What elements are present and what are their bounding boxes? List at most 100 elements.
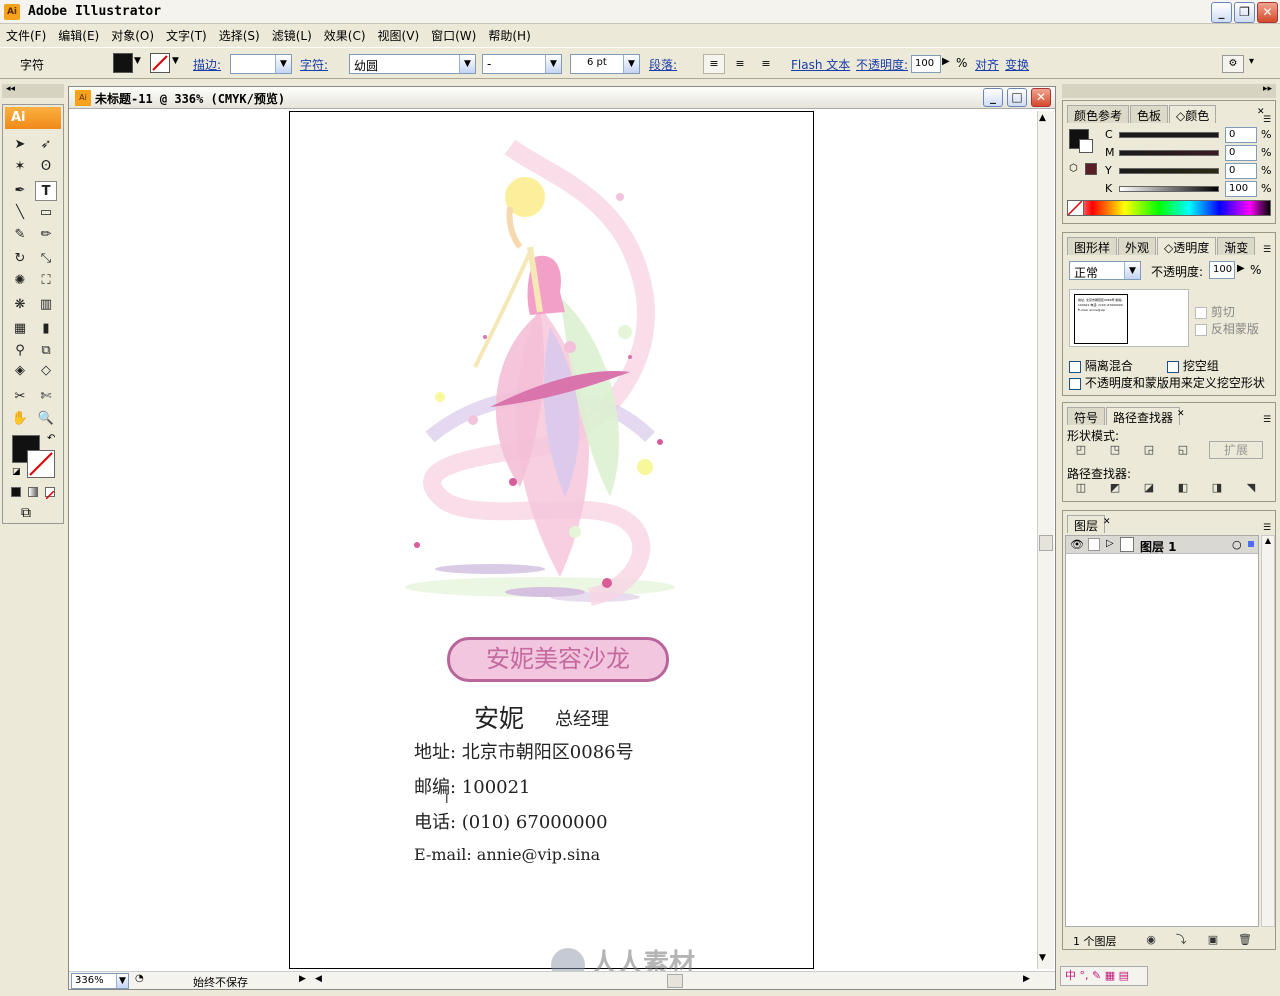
align-right-button[interactable]: ≡ xyxy=(755,54,777,74)
outline-icon[interactable]: ◨ xyxy=(1207,479,1227,497)
swap-colors-icon[interactable]: ↶ xyxy=(47,433,55,444)
tab-transparency[interactable]: ◇透明度 xyxy=(1157,237,1217,255)
scale-tool-icon[interactable]: ⤡ xyxy=(35,249,57,269)
scroll-down-icon[interactable]: ▼ xyxy=(1039,953,1046,963)
opacity-link[interactable]: 不透明度: xyxy=(856,56,908,73)
chevron-down-icon[interactable]: ▼ xyxy=(623,55,639,73)
tab-color-guide[interactable]: 颜色参考 xyxy=(1067,105,1130,123)
channel-y-input[interactable]: 0 xyxy=(1225,163,1257,179)
live-paint-tool-icon[interactable]: ◈ xyxy=(9,361,31,381)
free-transform-tool-icon[interactable]: ⛶ xyxy=(35,271,57,291)
graph-tool-icon[interactable]: ▥ xyxy=(35,295,57,315)
minus-back-icon[interactable]: ◥ xyxy=(1241,479,1261,497)
menu-window[interactable]: 窗口(W) xyxy=(425,24,482,47)
delete-layer-icon[interactable]: 🗑 xyxy=(1235,931,1255,949)
panel-menu-icon[interactable]: ☰ xyxy=(1263,523,1271,533)
live-paint-selection-tool-icon[interactable]: ◇ xyxy=(35,361,57,381)
tab-layers[interactable]: 图层 xyxy=(1067,515,1106,533)
knockout-checkbox[interactable] xyxy=(1167,360,1179,373)
slice-tool-icon[interactable]: ✂ xyxy=(9,387,31,407)
target-icon[interactable]: ○ xyxy=(1232,538,1242,551)
menu-view[interactable]: 视图(V) xyxy=(372,24,426,47)
tab-swatches[interactable]: 色板 xyxy=(1130,105,1169,123)
close-button[interactable]: ✕ xyxy=(1257,2,1278,23)
fill-dropdown-icon[interactable]: ▼ xyxy=(134,56,141,66)
none-mode-button[interactable] xyxy=(45,487,55,500)
out-of-gamut-swatch[interactable] xyxy=(1085,163,1097,175)
layers-scrollbar[interactable]: ▲ xyxy=(1261,535,1275,927)
tools-collapse-bar[interactable]: ◂◂ xyxy=(2,84,64,98)
close-icon[interactable]: ✕ xyxy=(1177,409,1185,419)
warp-tool-icon[interactable]: ✺ xyxy=(9,271,31,291)
align-center-button[interactable]: ≡ xyxy=(729,54,751,74)
chevron-down-icon[interactable]: ▼ xyxy=(459,55,475,73)
panel-menu-icon[interactable]: ☰ xyxy=(1263,115,1271,125)
control-dropdown-icon[interactable]: ▾ xyxy=(1249,56,1254,67)
blend-mode-select[interactable]: 正常 ▼ xyxy=(1069,261,1141,280)
blend-tool-icon[interactable]: ⧉ xyxy=(35,341,57,361)
close-icon[interactable]: ✕ xyxy=(1103,517,1111,527)
horizontal-scroll-thumb[interactable] xyxy=(667,974,683,988)
mesh-tool-icon[interactable]: ▦ xyxy=(9,319,31,339)
expand-button[interactable]: 扩展 xyxy=(1209,441,1263,459)
character-link[interactable]: 字符: xyxy=(300,56,328,73)
paragraph-link[interactable]: 段落: xyxy=(649,56,677,73)
chevron-down-icon[interactable]: ▼ xyxy=(545,55,561,73)
magic-wand-tool-icon[interactable]: ✶ xyxy=(9,157,31,177)
menu-select[interactable]: 选择(S) xyxy=(213,24,266,47)
menu-type[interactable]: 文字(T) xyxy=(160,24,213,47)
invert-mask-checkbox[interactable] xyxy=(1195,323,1207,336)
pencil-tool-icon[interactable]: ✏ xyxy=(35,225,57,245)
panel-menu-icon[interactable]: ☰ xyxy=(1263,245,1271,255)
divide-icon[interactable]: ◫ xyxy=(1071,479,1091,497)
chevron-down-icon[interactable]: ▼ xyxy=(275,55,291,73)
menu-edit[interactable]: 编辑(E) xyxy=(52,24,105,47)
flash-text-link[interactable]: Flash 文本 xyxy=(791,56,850,73)
menu-file[interactable]: 文件(F) xyxy=(0,24,52,47)
tab-pathfinder[interactable]: 路径查找器 xyxy=(1106,407,1181,425)
status-menu-icon[interactable]: ▶ xyxy=(299,974,306,984)
menu-object[interactable]: 对象(O) xyxy=(105,24,160,47)
layer-name[interactable]: 图层 1 xyxy=(1140,538,1177,555)
scroll-left-icon[interactable]: ◀ xyxy=(315,974,322,984)
opacity-arrow-icon[interactable]: ▶ xyxy=(942,56,950,67)
new-sublayer-icon[interactable]: ⤵ xyxy=(1171,931,1191,949)
pen-tool-icon[interactable]: ✒ xyxy=(9,181,31,201)
tab-graphic-styles[interactable]: 图形样 xyxy=(1067,237,1118,255)
make-clipping-mask-icon[interactable]: ◉ xyxy=(1141,931,1161,949)
eyedropper-tool-icon[interactable]: ⚲ xyxy=(9,341,31,361)
direct-selection-tool-icon[interactable]: ➶ xyxy=(35,135,57,155)
lock-toggle[interactable] xyxy=(1088,538,1100,551)
chevron-down-icon[interactable]: ▼ xyxy=(116,974,128,988)
gradient-tool-icon[interactable]: ▮ xyxy=(35,319,57,339)
channel-m-slider[interactable] xyxy=(1119,150,1219,156)
trim-icon[interactable]: ◩ xyxy=(1105,479,1125,497)
transform-link[interactable]: 变换 xyxy=(1005,56,1029,73)
clip-checkbox[interactable] xyxy=(1195,306,1207,319)
stroke-swatch[interactable] xyxy=(150,53,170,73)
doc-close-button[interactable]: ✕ xyxy=(1031,88,1051,107)
channel-k-input[interactable]: 100 xyxy=(1225,181,1257,197)
rectangle-tool-icon[interactable]: ▭ xyxy=(35,203,57,223)
restore-button[interactable]: ❐ xyxy=(1234,2,1255,23)
fill-swatch[interactable] xyxy=(113,53,133,73)
channel-y-slider[interactable] xyxy=(1119,168,1219,174)
align-link[interactable]: 对齐 xyxy=(975,56,999,73)
screen-mode-icon[interactable]: ⧉ xyxy=(21,505,31,521)
align-left-button[interactable]: ≡ xyxy=(703,54,725,74)
none-color-box[interactable] xyxy=(1067,200,1084,216)
artboard[interactable]: 安妮美容沙龙 安妮 总经理 地址: 北京市朝阳区0086号 邮编: 100021… xyxy=(289,111,814,969)
doc-minimize-button[interactable]: _ xyxy=(983,88,1003,107)
intersect-icon[interactable]: ◲ xyxy=(1139,441,1159,459)
object-thumbnail[interactable]: 地址: 北京市朝阳区0086号 邮编: 100021 电话: (010) 670… xyxy=(1074,294,1128,344)
panel-menu-icon[interactable]: ☰ xyxy=(1263,415,1271,425)
symbol-sprayer-tool-icon[interactable]: ❋ xyxy=(9,295,31,315)
channel-m-input[interactable]: 0 xyxy=(1225,145,1257,161)
lasso-tool-icon[interactable]: ʘ xyxy=(35,157,57,177)
color-spectrum[interactable] xyxy=(1067,200,1271,216)
crop-icon[interactable]: ◧ xyxy=(1173,479,1193,497)
stroke-link[interactable]: 描边: xyxy=(193,56,221,73)
isolate-checkbox[interactable] xyxy=(1069,360,1081,373)
default-colors-icon[interactable]: ◪ xyxy=(12,467,21,477)
opacity-mask-checkbox[interactable] xyxy=(1069,377,1081,390)
